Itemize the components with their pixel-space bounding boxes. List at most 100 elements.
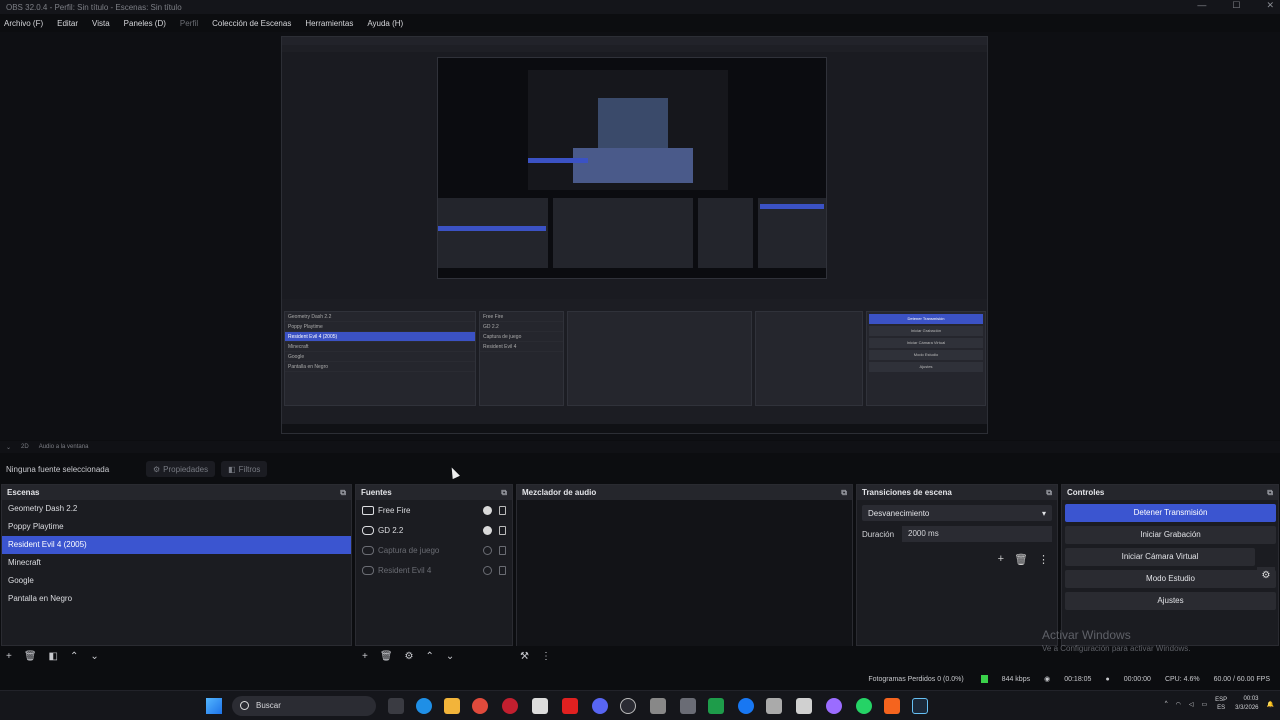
clock[interactable]: 00:03 3/3/2026 bbox=[1235, 695, 1258, 713]
menu-tools[interactable]: Herramientas bbox=[305, 19, 353, 28]
source-item-gd[interactable]: GD 2.2 bbox=[356, 520, 512, 540]
stop-stream-button[interactable]: Detener Transmisión bbox=[1065, 504, 1276, 522]
lock-icon[interactable] bbox=[499, 545, 506, 555]
duration-input[interactable]: 2000 ms bbox=[902, 526, 1052, 542]
trash-icon[interactable]: 🗑 bbox=[1014, 553, 1028, 566]
preview-strip: ⌄ 2D Audio a la ventana bbox=[0, 441, 1280, 453]
audio-mixer-title: Mezclador de audio bbox=[522, 488, 597, 497]
trash-icon[interactable]: 🗑 bbox=[380, 651, 393, 662]
chevron-up-icon[interactable]: ⌃ bbox=[426, 651, 434, 662]
youtube-icon[interactable] bbox=[562, 698, 578, 714]
lock-icon[interactable] bbox=[499, 525, 506, 535]
scene-item-resident-evil[interactable]: Resident Evil 4 (2005) bbox=[2, 536, 351, 554]
add-icon[interactable]: + bbox=[998, 553, 1004, 566]
undock-icon[interactable]: ⧉ bbox=[501, 488, 507, 498]
chevron-down-icon[interactable]: ⌄ bbox=[446, 651, 454, 662]
more-icon[interactable]: ⋮ bbox=[541, 651, 551, 662]
notification-icon[interactable]: 🔔 bbox=[1267, 701, 1274, 708]
menu-docks[interactable]: Paneles (D) bbox=[124, 19, 166, 28]
scene-item-poppy-playtime[interactable]: Poppy Playtime bbox=[2, 518, 351, 536]
more-icon[interactable]: ⋮ bbox=[1038, 553, 1049, 566]
menu-scene-collection[interactable]: Colección de Escenas bbox=[212, 19, 291, 28]
scenes-dock: Escenas ⧉ Geometry Dash 2.2 Poppy Playti… bbox=[1, 484, 352, 646]
sources-dock-header: Fuentes ⧉ bbox=[356, 485, 512, 500]
brave-icon[interactable] bbox=[884, 698, 900, 714]
eye-icon[interactable] bbox=[483, 505, 492, 515]
start-virtual-camera-button[interactable]: Iniciar Cámara Virtual bbox=[1065, 548, 1255, 566]
chrome-icon[interactable] bbox=[472, 698, 488, 714]
undock-icon[interactable]: ⧉ bbox=[841, 488, 847, 498]
undock-icon[interactable]: ⧉ bbox=[1267, 488, 1273, 498]
properties-button[interactable]: ⚙ Propiedades bbox=[146, 461, 216, 477]
strip-chevron-icon[interactable]: ⌄ bbox=[6, 444, 11, 451]
scene-item-geometry-dash[interactable]: Geometry Dash 2.2 bbox=[2, 500, 351, 518]
obs-icon[interactable] bbox=[620, 698, 636, 714]
scene-item-google[interactable]: Google bbox=[2, 572, 351, 590]
volume-icon[interactable]: ◁ bbox=[1189, 701, 1194, 708]
strip-item[interactable]: 2D bbox=[21, 444, 29, 450]
chevron-down-icon[interactable]: ⌄ bbox=[90, 651, 98, 662]
language-indicator[interactable]: ESP ES bbox=[1215, 696, 1227, 712]
lock-icon[interactable] bbox=[499, 565, 506, 575]
fps: 60.00 / 60.00 FPS bbox=[1213, 675, 1270, 683]
app-icon[interactable] bbox=[766, 698, 782, 714]
start-recording-button[interactable]: Iniciar Grabación bbox=[1065, 526, 1276, 544]
taskbar-search[interactable]: Buscar bbox=[232, 696, 376, 716]
source-item-game-capture[interactable]: Captura de juego bbox=[356, 540, 512, 560]
source-item-resident-evil[interactable]: Resident Evil 4 bbox=[356, 560, 512, 580]
capcut-icon[interactable] bbox=[796, 698, 812, 714]
close-icon[interactable]: ✕ bbox=[1266, 0, 1274, 11]
strip-item[interactable]: Audio a la ventana bbox=[39, 444, 89, 450]
wifi-icon[interactable]: ◠ bbox=[1176, 701, 1181, 708]
app-icon[interactable] bbox=[680, 698, 696, 714]
app-icon[interactable] bbox=[826, 698, 842, 714]
transition-select[interactable]: Desvanecimiento ▾ bbox=[862, 505, 1052, 521]
facebook-icon[interactable] bbox=[738, 698, 754, 714]
task-view-icon[interactable] bbox=[388, 698, 404, 714]
lock-icon[interactable] bbox=[499, 505, 506, 515]
menu-help[interactable]: Ayuda (H) bbox=[367, 19, 403, 28]
battery-icon[interactable]: ▭ bbox=[1201, 701, 1207, 708]
gear-icon[interactable]: ⚙ bbox=[405, 651, 414, 662]
edge-icon[interactable] bbox=[416, 698, 432, 714]
eye-hidden-icon[interactable] bbox=[483, 565, 492, 575]
wrench-icon[interactable]: ⚒ bbox=[520, 651, 529, 662]
menu-edit[interactable]: Editar bbox=[57, 19, 78, 28]
start-icon[interactable] bbox=[206, 698, 222, 714]
chevron-up-icon[interactable]: ⌃ bbox=[70, 651, 78, 662]
add-icon[interactable]: + bbox=[362, 651, 368, 662]
app-icon[interactable] bbox=[650, 698, 666, 714]
virtual-camera-settings-icon[interactable]: ⚙ bbox=[1257, 567, 1275, 585]
app-icon[interactable] bbox=[532, 698, 548, 714]
minimize-icon[interactable]: — bbox=[1197, 0, 1206, 11]
excel-icon[interactable] bbox=[708, 698, 724, 714]
menu-file[interactable]: Archivo (F) bbox=[4, 19, 43, 28]
steam-icon[interactable] bbox=[912, 698, 928, 714]
whatsapp-icon[interactable] bbox=[856, 698, 872, 714]
trash-icon[interactable]: 🗑 bbox=[24, 651, 37, 662]
filters-button[interactable]: ◧ Filtros bbox=[221, 461, 268, 477]
filter-icon[interactable]: ◧ bbox=[49, 651, 58, 662]
maximize-icon[interactable]: ☐ bbox=[1232, 0, 1240, 11]
nested-source-row: GD 2.2 bbox=[480, 322, 563, 332]
undock-icon[interactable]: ⧉ bbox=[1046, 488, 1052, 498]
preview-canvas[interactable]: Geometry Dash 2.2 Poppy Playtime Residen… bbox=[281, 36, 988, 434]
scene-item-black-screen[interactable]: Pantalla en Negro bbox=[2, 590, 351, 608]
nested-panel bbox=[438, 198, 548, 268]
studio-mode-button[interactable]: Modo Estudio bbox=[1065, 570, 1276, 588]
menu-profile[interactable]: Perfil bbox=[180, 19, 198, 28]
eye-icon[interactable] bbox=[483, 525, 492, 535]
eye-hidden-icon[interactable] bbox=[483, 545, 492, 555]
undock-icon[interactable]: ⧉ bbox=[340, 488, 346, 498]
add-icon[interactable]: + bbox=[6, 651, 12, 662]
settings-button[interactable]: Ajustes bbox=[1065, 592, 1276, 610]
file-explorer-icon[interactable] bbox=[444, 698, 460, 714]
discord-icon[interactable] bbox=[592, 698, 608, 714]
windows-taskbar: Buscar ^ ◠ ◁ ▭ ESP ES 00:03 3/3/2026 🔔 bbox=[0, 690, 1280, 720]
scene-item-minecraft[interactable]: Minecraft bbox=[2, 554, 351, 572]
menu-view[interactable]: Vista bbox=[92, 19, 110, 28]
audio-mixer-dock: Mezclador de audio ⧉ bbox=[516, 484, 853, 646]
app-icon[interactable] bbox=[502, 698, 518, 714]
source-item-free-fire[interactable]: Free Fire bbox=[356, 500, 512, 520]
chevron-up-icon[interactable]: ^ bbox=[1165, 701, 1168, 707]
